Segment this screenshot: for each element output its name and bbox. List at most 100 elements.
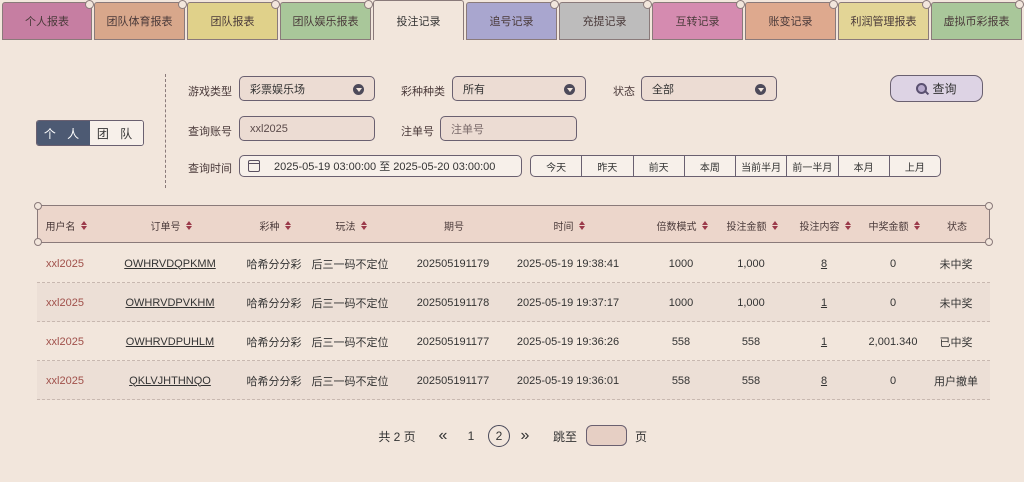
order-placeholder: 注单号	[451, 123, 484, 136]
tab-9[interactable]: 账变记录	[745, 0, 838, 40]
column-header[interactable]: 投注金额	[717, 206, 787, 244]
tab-11[interactable]: 虚拟币彩报表	[931, 0, 1024, 40]
prize-amount-cell: 0	[889, 257, 897, 270]
sort-icon[interactable]	[185, 220, 192, 230]
column-header: 状态	[927, 206, 987, 244]
tab-label: 追号记录	[489, 16, 534, 28]
lottery-kind-select[interactable]: 所有	[452, 76, 586, 101]
tab-label: 互转记录	[675, 16, 720, 28]
tab-label: 账变记录	[768, 16, 813, 28]
column-header[interactable]: 用户名	[36, 206, 96, 244]
account-input[interactable]: xxl2025	[239, 116, 375, 141]
bet-amount-cell: 1,000	[737, 257, 765, 270]
column-header[interactable]: 时间	[499, 206, 639, 244]
multiplier-cell: 558	[671, 374, 691, 387]
sort-icon[interactable]	[284, 220, 291, 230]
dropdown-icon	[564, 84, 575, 95]
tab-label: 虚拟币彩报表	[943, 16, 1010, 28]
time-range-input[interactable]: 2025-05-19 03:00:00 至 2025-05-20 03:00:0…	[239, 155, 522, 177]
tab-corner-ornament	[1015, 0, 1024, 9]
pagination-page-2[interactable]: 2	[488, 425, 510, 447]
tab-1[interactable]: 个人报表	[2, 0, 94, 40]
sort-icon[interactable]	[844, 220, 851, 230]
filter-divider	[165, 74, 166, 188]
bet-content-link[interactable]: 8	[789, 244, 859, 283]
order-input[interactable]: 注单号	[440, 116, 577, 141]
quick-range-button[interactable]: 前天	[634, 156, 685, 176]
column-header[interactable]: 玩法	[301, 206, 401, 244]
order-number-link[interactable]: QKLVJHTHNQO	[110, 361, 230, 400]
tab-5[interactable]: 投注记录	[373, 0, 464, 40]
tab-corner-ornament	[178, 0, 187, 9]
column-header-label: 投注内容	[799, 221, 840, 233]
quick-range-button[interactable]: 前一半月	[787, 156, 839, 176]
sort-icon[interactable]	[771, 220, 778, 230]
sort-icon[interactable]	[701, 220, 708, 230]
scope-personal-button[interactable]: 个 人	[37, 121, 90, 145]
scope-toggle: 个 人 团 队	[36, 120, 144, 146]
tab-8[interactable]: 互转记录	[652, 0, 745, 40]
search-icon	[916, 83, 928, 94]
jump-page-input[interactable]	[586, 425, 627, 446]
quick-range-button[interactable]: 昨天	[582, 156, 634, 176]
quick-range-button[interactable]: 今天	[531, 156, 583, 176]
table-row: xxl2025 OWHRVDPVKHM 哈希分分彩 后三一码不定位 2025051911…	[37, 283, 990, 322]
sort-icon[interactable]	[913, 220, 920, 230]
column-header: 期号	[399, 206, 509, 244]
column-header-label: 用户名	[45, 221, 76, 233]
tab-4[interactable]: 团队娱乐报表	[280, 0, 373, 40]
status-cell: 未中奖	[939, 258, 973, 271]
username-cell: xxl2025	[46, 374, 84, 387]
tab-10[interactable]: 利润管理报表	[838, 0, 931, 40]
tab-2[interactable]: 团队体育报表	[94, 0, 187, 40]
column-header-label: 期号	[444, 221, 464, 233]
search-button[interactable]: 查询	[890, 75, 983, 102]
column-header[interactable]: 订单号	[111, 206, 231, 244]
quick-range-button[interactable]: 上月	[890, 156, 940, 176]
tab-corner-ornament	[829, 0, 838, 9]
sort-icon[interactable]	[80, 220, 87, 230]
page-unit-label: 页	[634, 429, 647, 444]
bet-content-link[interactable]: 8	[789, 361, 859, 400]
bet-content-link[interactable]: 1	[789, 283, 859, 322]
status-select[interactable]: 全部	[641, 76, 777, 101]
tab-7[interactable]: 充提记录	[559, 0, 652, 40]
status-cell: 用户撤单	[934, 375, 978, 388]
sort-icon[interactable]	[360, 220, 367, 230]
column-header[interactable]: 倍数模式	[647, 206, 717, 244]
issue-cell: 202505191178	[416, 296, 490, 309]
play-method-cell: 后三一码不定位	[311, 336, 389, 349]
column-header-label: 中奖金额	[868, 221, 909, 233]
pagination-page-1[interactable]: 1	[464, 424, 478, 448]
tab-6[interactable]: 追号记录	[466, 0, 559, 40]
bet-content-link[interactable]: 1	[789, 322, 859, 361]
column-header-label: 倍数模式	[656, 221, 697, 233]
scope-team-button[interactable]: 团 队	[90, 121, 143, 145]
tab-label: 投注记录	[396, 15, 441, 28]
username-cell: xxl2025	[46, 296, 84, 309]
tab-3[interactable]: 团队报表	[187, 0, 280, 40]
tab-corner-ornament	[643, 0, 652, 9]
column-header[interactable]: 投注内容	[790, 206, 860, 244]
pagination-next-icon[interactable]: »	[517, 424, 533, 448]
order-number-link[interactable]: OWHRVDQPKMM	[110, 244, 230, 283]
sort-icon[interactable]	[578, 220, 585, 230]
column-header-label: 玩法	[335, 221, 356, 233]
lottery-kind-label: 彩种种类	[401, 86, 445, 98]
pagination-first-icon[interactable]: «	[435, 424, 451, 448]
bet-amount-cell: 558	[741, 335, 761, 348]
column-header[interactable]: 中奖金额	[854, 206, 934, 244]
status-cell: 未中奖	[939, 297, 973, 310]
order-number-link[interactable]: OWHRVDPVKHM	[110, 283, 230, 322]
column-header-label: 投注金额	[726, 221, 767, 233]
quick-range-button[interactable]: 当前半月	[736, 156, 788, 176]
game-type-select[interactable]: 彩票娱乐场	[239, 76, 375, 101]
order-number-link[interactable]: OWHRVDPUHLM	[110, 322, 230, 361]
account-label: 查询账号	[188, 126, 232, 138]
dropdown-icon	[353, 84, 364, 95]
quick-range-button[interactable]: 本月	[839, 156, 890, 176]
table-row: xxl2025 OWHRVDPUHLM 哈希分分彩 后三一码不定位 2025051911…	[37, 322, 990, 361]
tab-label: 团队报表	[210, 16, 255, 28]
quick-range-button[interactable]: 本周	[685, 156, 736, 176]
jump-label: 跳至	[552, 429, 577, 444]
